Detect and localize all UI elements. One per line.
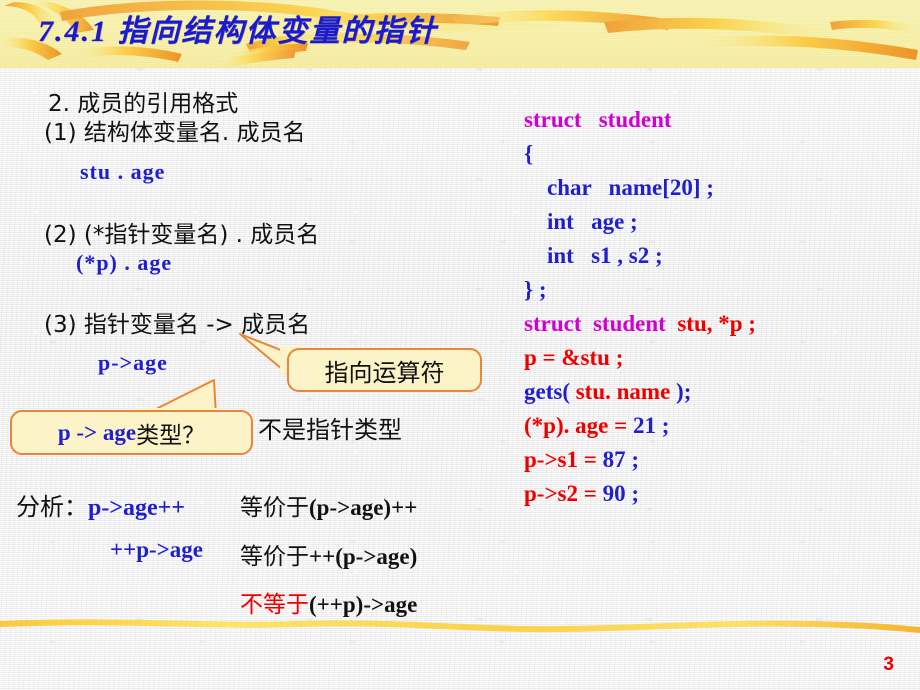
analysis-row-1-result: (p->age)++ xyxy=(309,495,418,520)
bubble-pointer-operator: 指向运算符 xyxy=(287,348,482,392)
code-line: (*p). age = 21 ; xyxy=(524,409,756,443)
code-line: struct student xyxy=(524,103,756,137)
code-span: (*p). age = xyxy=(524,413,633,438)
code-line: p->s2 = 90 ; xyxy=(524,477,756,511)
analysis-row-2-left: ++p->age xyxy=(110,537,203,563)
analysis-row-1-relation: 等价于 xyxy=(240,495,309,521)
left-item1-label: (1) 结构体变量名. 成员名 xyxy=(44,120,306,146)
left-item2-label: (2) (*指针变量名) . 成员名 xyxy=(44,222,320,248)
analysis-row-2-code: ++p->age xyxy=(110,537,203,562)
code-listing: struct student { char name[20] ; int age … xyxy=(524,103,756,511)
slide-title: 7.4.1 指向结构体变量的指针 xyxy=(38,15,438,48)
bubble-p-age-type: p -> age 类型？ xyxy=(10,410,253,455)
code-line: p = &stu ; xyxy=(524,341,756,375)
code-span: struct student xyxy=(524,107,672,132)
code-span: struct student xyxy=(524,311,678,336)
note-not-pointer-type: 不是指针类型 xyxy=(258,416,402,444)
code-line: { xyxy=(524,137,756,171)
code-span: { xyxy=(524,141,534,166)
code-line: char name[20] ; xyxy=(524,171,756,205)
code-line: gets( stu. name ); xyxy=(524,375,756,409)
analysis-row-2-relation: 等价于 xyxy=(240,544,309,570)
code-line: int s1 , s2 ; xyxy=(524,239,756,273)
code-span: stu. name xyxy=(575,379,671,404)
analysis-row-1-left: 分析：p->age++ xyxy=(16,487,185,522)
left-item1-code: stu . age xyxy=(80,159,166,184)
left-item3-code: p->age xyxy=(98,350,168,375)
analysis-label: 分析： xyxy=(16,493,88,521)
code-line: p->s1 = 87 ; xyxy=(524,443,756,477)
analysis-row-2-right: 等价于++(p->age) xyxy=(240,537,417,571)
bubble-p-age-type-suffix: 类型？ xyxy=(136,422,206,449)
code-line: struct student stu, *p ; xyxy=(524,307,756,341)
code-span: int age ; xyxy=(524,209,638,234)
left-item2-code: (*p) . age xyxy=(76,250,173,275)
code-span: p->s2 = xyxy=(524,481,603,506)
code-span: 90 ; xyxy=(602,481,640,506)
bubble-pointer-operator-text: 指向运算符 xyxy=(324,358,445,387)
code-span: char name[20] ; xyxy=(524,175,714,200)
code-span: p = &stu ; xyxy=(524,345,624,370)
page-number: 3 xyxy=(883,654,894,675)
analysis-row-2-result: ++(p->age) xyxy=(309,544,418,569)
code-line: int age ; xyxy=(524,205,756,239)
code-span: 87 ; xyxy=(602,447,640,472)
code-span: stu, *p ; xyxy=(677,311,756,336)
slide-header: 7.4.1 指向结构体变量的指针 xyxy=(0,0,920,68)
analysis-row-1-right: 等价于(p->age)++ xyxy=(240,488,417,522)
slide-canvas: 7.4.1 指向结构体变量的指针 2. 成员的引用格式 (1) 结构体变量名. … xyxy=(0,0,920,690)
code-span: } ; xyxy=(524,277,547,302)
code-line: } ; xyxy=(524,273,756,307)
code-span: ); xyxy=(670,379,692,404)
bubble-p-age-type-code: p -> age xyxy=(57,419,137,445)
code-span: 21 ; xyxy=(632,413,670,438)
code-span: p->s1 = xyxy=(524,447,603,472)
code-span: gets( xyxy=(524,379,576,404)
bottom-wave-divider xyxy=(0,619,920,633)
code-span: int s1 , s2 ; xyxy=(524,243,663,268)
analysis-row-1-code: p->age++ xyxy=(88,495,186,521)
